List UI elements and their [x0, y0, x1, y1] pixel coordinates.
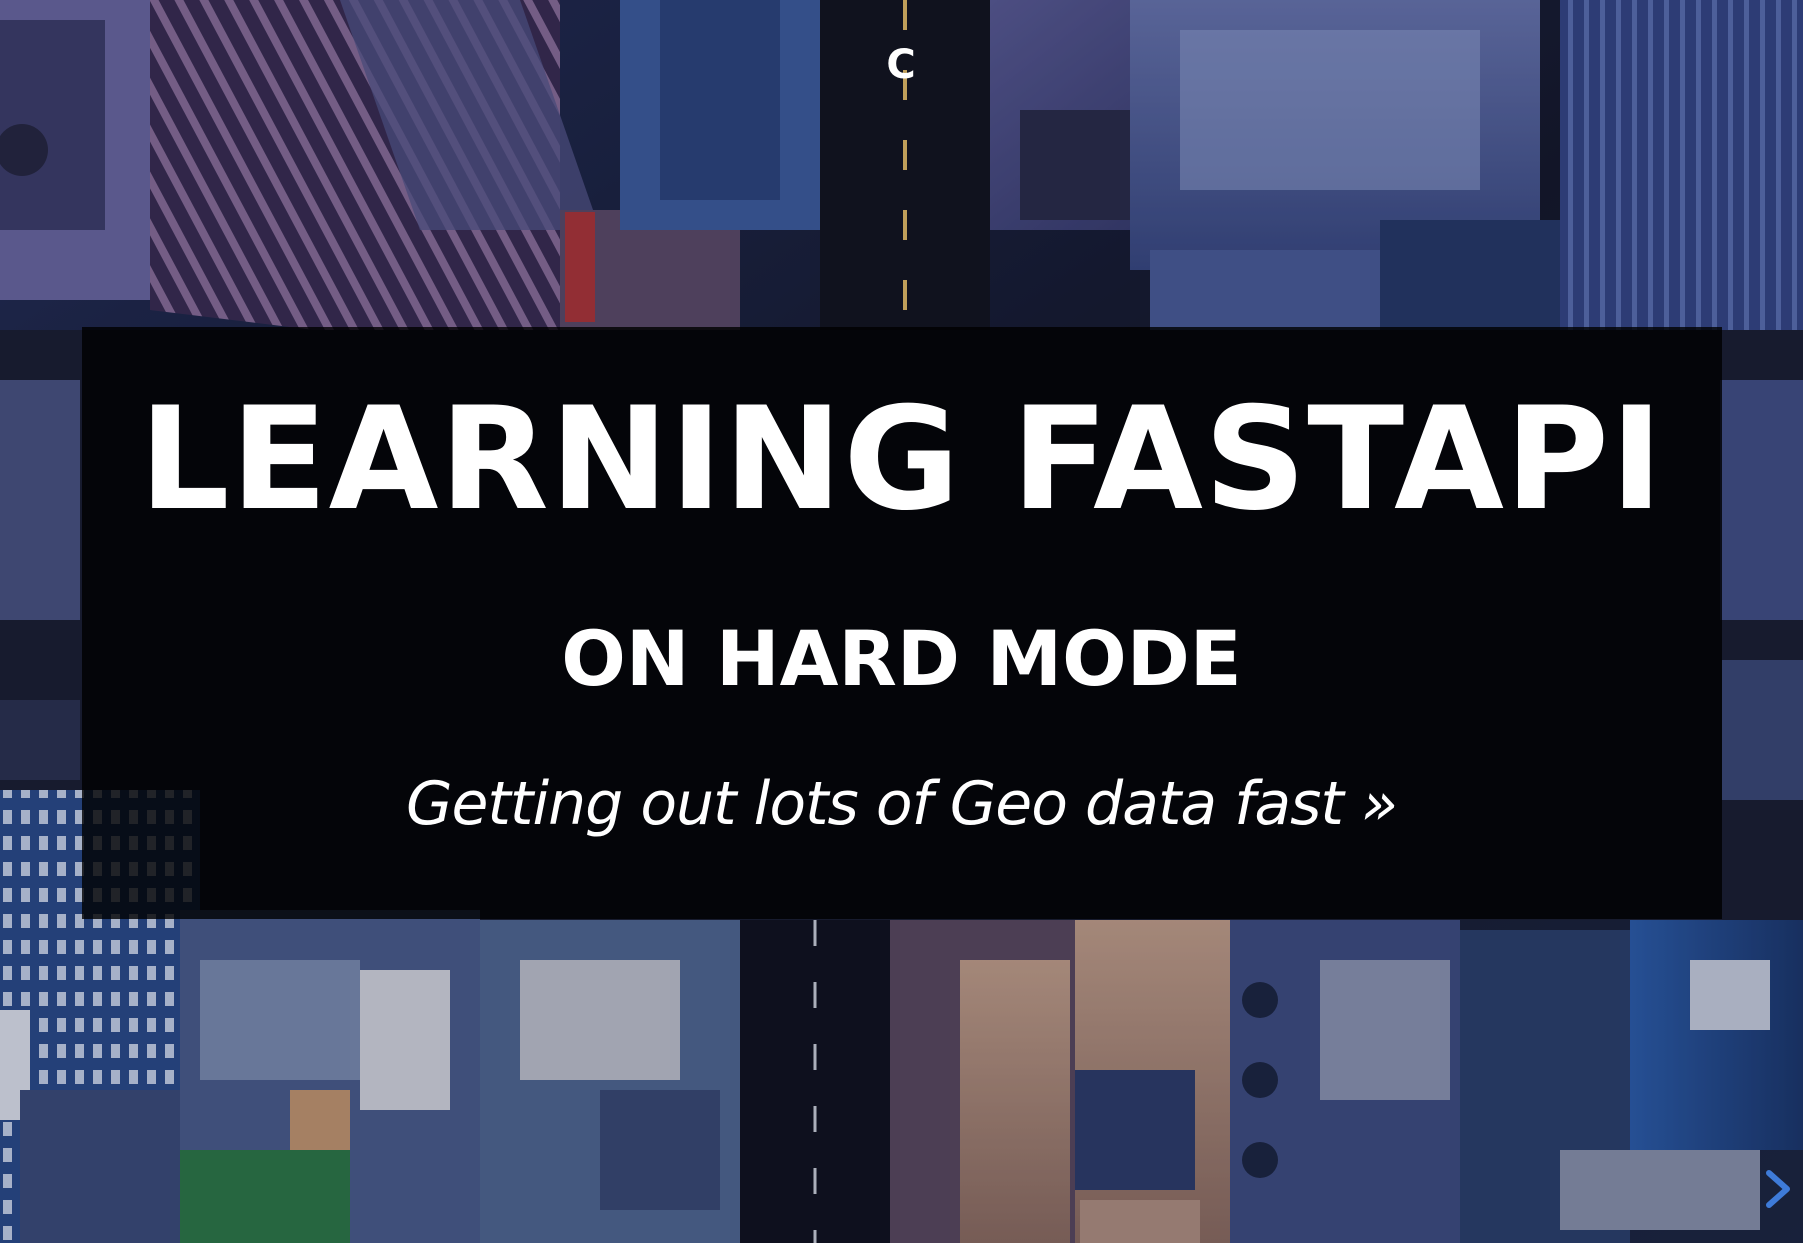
top-letter: C	[886, 42, 917, 88]
tagline-link[interactable]: Getting out lots of Geo data fast »	[0, 766, 1803, 842]
slide-title: LEARNING FASTAPI	[139, 377, 1664, 542]
chevron-right-icon[interactable]	[1761, 1167, 1795, 1211]
slide-subtitle: ON HARD MODE	[561, 614, 1242, 703]
slide-stage: C LEARNING FASTAPI ON HARD MODE Getting …	[0, 0, 1803, 1243]
